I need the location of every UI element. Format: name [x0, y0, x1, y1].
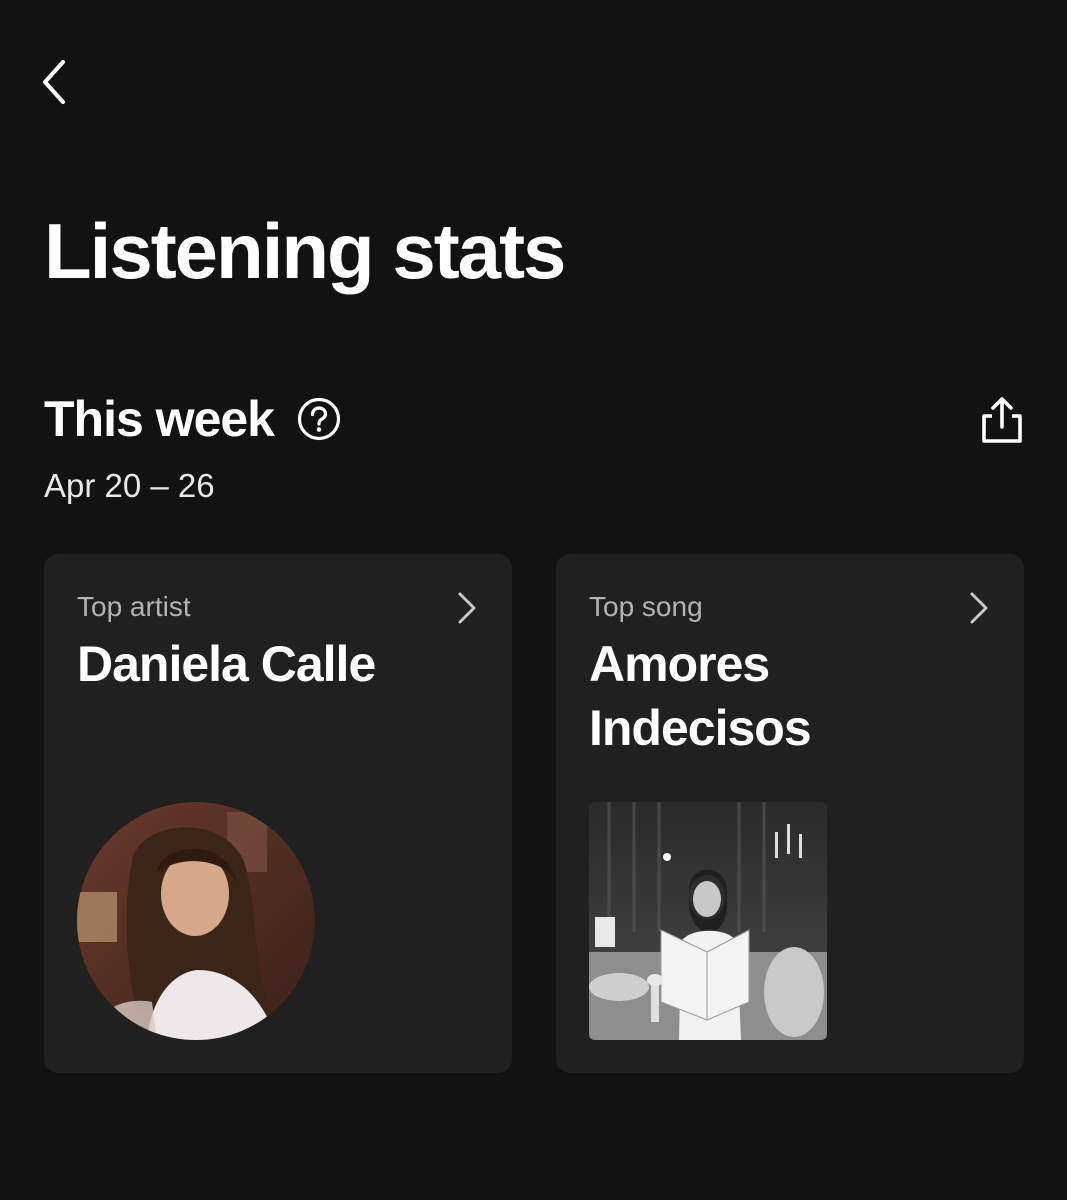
- top-artist-label: Top artist: [77, 591, 191, 622]
- top-song-title: Amores Indecisos: [589, 636, 812, 756]
- top-song-card[interactable]: Top song Amores Indecisos: [556, 554, 1024, 1073]
- share-button[interactable]: [974, 390, 1030, 450]
- help-button[interactable]: [296, 396, 342, 442]
- top-song-label: Top song: [589, 591, 703, 622]
- chevron-right-icon: [454, 590, 480, 626]
- listening-stats-screen: Listening stats This week Apr 20 – 26 To…: [0, 0, 1067, 1200]
- back-button[interactable]: [30, 52, 78, 112]
- section-header: This week: [44, 392, 342, 446]
- date-range: Apr 20 – 26: [44, 467, 215, 504]
- question-circle-icon: [297, 397, 341, 441]
- page-title: Listening stats: [44, 207, 566, 295]
- share-icon: [980, 395, 1024, 445]
- top-artist-card[interactable]: Top artist Daniela Calle: [44, 554, 512, 1073]
- chevron-right-icon: [966, 590, 992, 626]
- album-art: [589, 802, 827, 1040]
- chevron-left-icon: [39, 58, 69, 106]
- section-title: This week: [44, 391, 275, 447]
- artist-photo: [77, 802, 315, 1040]
- top-artist-name: Daniela Calle: [77, 636, 376, 692]
